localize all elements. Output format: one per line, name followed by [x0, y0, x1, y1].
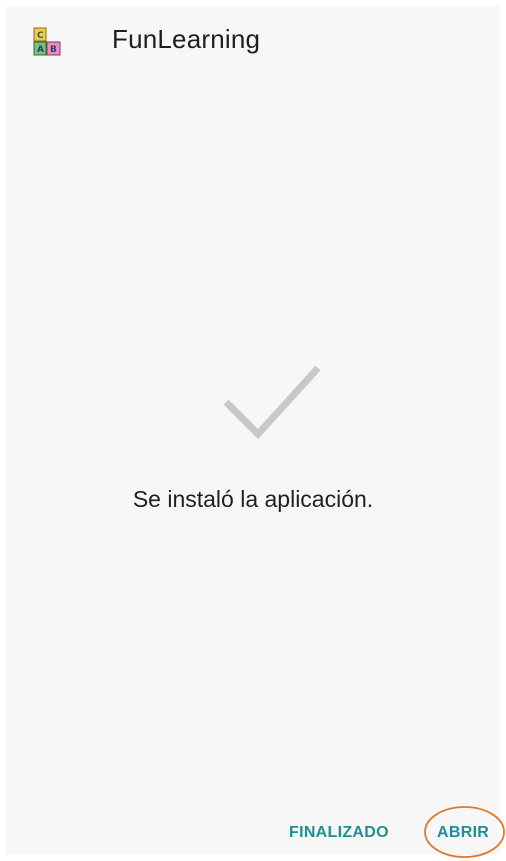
- svg-text:B: B: [50, 45, 57, 55]
- svg-text:C: C: [37, 31, 44, 41]
- install-complete-screen: C A B FunLearning Se instaló la aplicaci…: [6, 6, 505, 858]
- svg-text:A: A: [37, 45, 44, 55]
- done-button[interactable]: FINALIZADO: [289, 824, 389, 842]
- app-bar: C A B FunLearning: [6, 6, 500, 74]
- install-success-message: Se instaló la aplicación.: [132, 486, 374, 512]
- abc-blocks-icon: C A B: [33, 27, 61, 56]
- app-title: FunLearning: [112, 24, 261, 54]
- checkmark-icon: [223, 365, 321, 440]
- open-button[interactable]: ABRIR: [437, 824, 489, 842]
